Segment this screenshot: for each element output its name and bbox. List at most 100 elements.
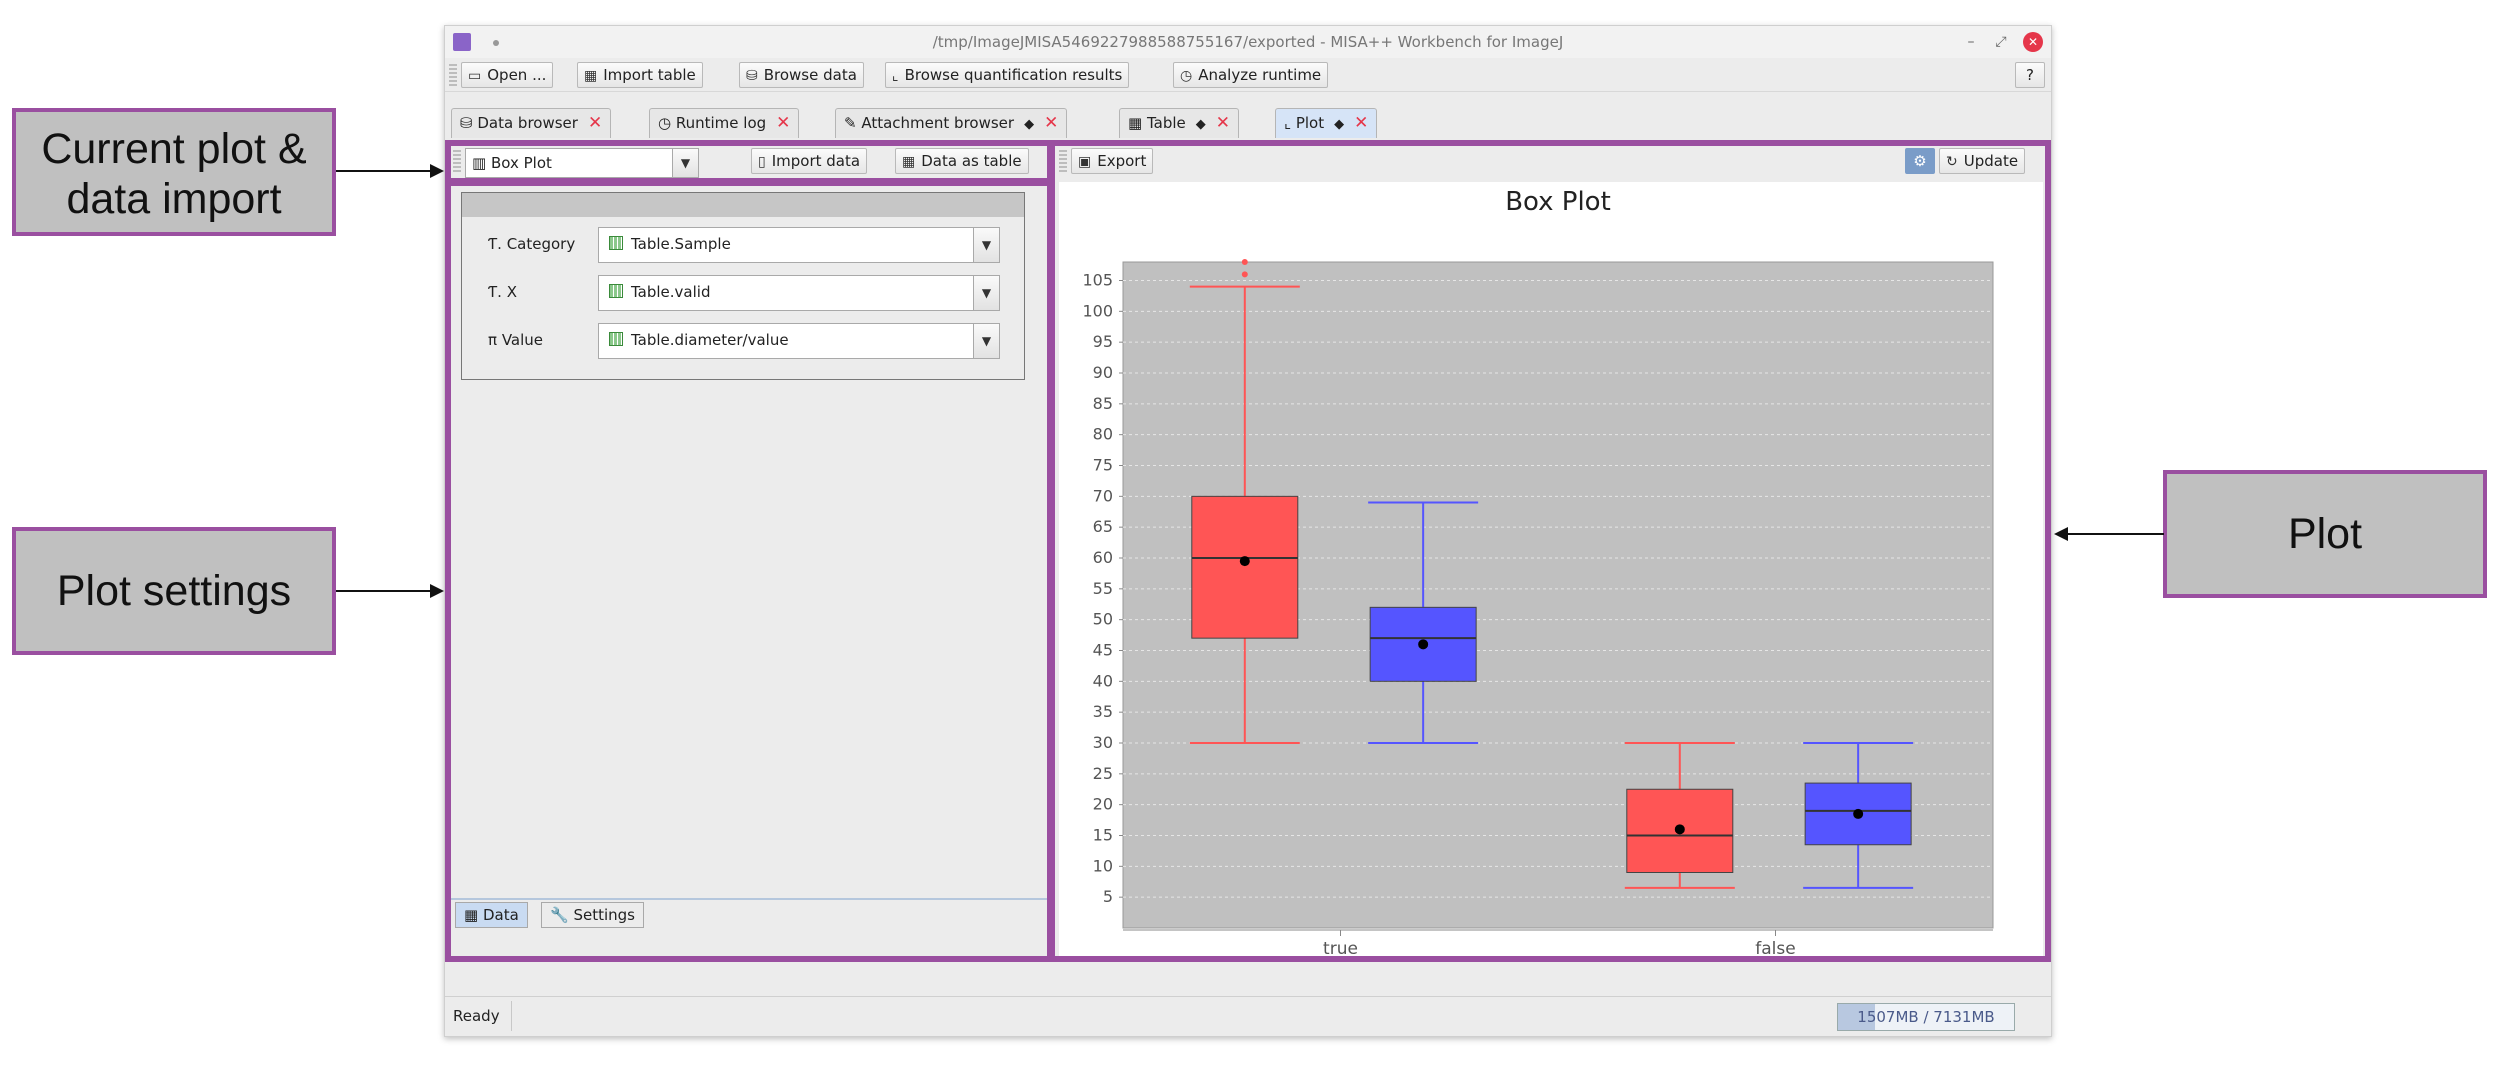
table-icon: ▦ [1128, 114, 1147, 132]
table-column-icon [609, 284, 623, 298]
analyze-runtime-label: Analyze runtime [1198, 66, 1322, 84]
save-icon: ▣ [1078, 154, 1092, 170]
clock-icon: ◷ [1180, 68, 1193, 84]
export-button[interactable]: ▣ Export [1071, 148, 1154, 174]
tab-settings[interactable]: 🔧 Settings [541, 902, 644, 928]
refresh-icon: ↻ [1946, 154, 1958, 170]
text-type-icon: Ƭ. [488, 283, 507, 301]
y-tick-label: 60 [1093, 548, 1113, 567]
import-icon: ▯ [758, 154, 766, 170]
y-tick-label: 105 [1082, 271, 1113, 290]
open-button[interactable]: ▭ Open ... [461, 62, 554, 88]
database-icon: ⛁ [460, 114, 478, 132]
browse-quant-label: Browse quantification results [904, 66, 1123, 84]
close-button[interactable]: ✕ [2023, 32, 2043, 52]
minimize-button[interactable]: – [1961, 32, 1981, 52]
y-tick-label: 5 [1103, 887, 1113, 906]
outlier-point [1241, 259, 1248, 265]
tab-runtime-log[interactable]: ◷ Runtime log ✕ [649, 108, 800, 138]
arrow-head [430, 164, 444, 178]
export-label: Export [1097, 152, 1147, 170]
close-tab-icon[interactable]: ✕ [776, 113, 790, 133]
tab-data[interactable]: ▦ Data [455, 902, 528, 928]
analyze-runtime-button[interactable]: ◷ Analyze runtime [1173, 62, 1329, 88]
import-table-button[interactable]: ▦ Import table [577, 62, 703, 88]
toolbar-grip[interactable] [1059, 150, 1067, 174]
toolbar-grip[interactable] [449, 64, 457, 86]
database-icon: ⛁ [746, 68, 758, 84]
y-tick-label: 100 [1082, 301, 1113, 320]
category-label: Ƭ. Category [488, 235, 575, 253]
mean-point [1418, 639, 1429, 650]
y-tick-label: 50 [1093, 610, 1113, 629]
category-select[interactable]: Table.Sample ▼ [598, 227, 1000, 263]
chevron-down-icon[interactable]: ▼ [973, 228, 999, 262]
field-label: X [506, 283, 517, 301]
field-label: Category [506, 235, 576, 253]
browse-data-button[interactable]: ⛁ Browse data [739, 62, 864, 88]
close-tab-icon[interactable]: ✕ [1044, 113, 1058, 133]
folder-icon: ▭ [468, 68, 482, 84]
mean-point [1853, 808, 1864, 819]
close-tab-icon[interactable]: ✕ [588, 113, 602, 133]
y-tick-label: 85 [1093, 394, 1113, 413]
x-tick-label: true [1323, 939, 1358, 956]
callout-plot-settings: Plot settings [12, 527, 336, 655]
tab-label: Plot [1295, 114, 1325, 132]
value-label: π Value [488, 331, 543, 349]
y-tick-label: 80 [1093, 425, 1113, 444]
mean-point [1674, 824, 1685, 835]
import-data-button[interactable]: ▯ Import data [751, 148, 868, 174]
callout-text: Current plot & [41, 125, 307, 173]
tab-label: Table [1146, 114, 1186, 132]
callout-text: data import [66, 175, 282, 223]
status-text: Ready [453, 1007, 500, 1025]
chevron-down-icon[interactable]: ▼ [973, 276, 999, 310]
plot-canvas[interactable]: Box Plot 5 10 15 20 25 30 35 40 45 50 55 60 65 70 75 80 8… [1059, 182, 2043, 991]
gear-icon[interactable]: ⚙ [1905, 148, 1935, 174]
arrow-head [430, 584, 444, 598]
tab-data-browser[interactable]: ⛁ Data browser ✕ [451, 108, 612, 138]
update-label: Update [1963, 152, 2019, 170]
y-tick-label: 10 [1093, 856, 1113, 875]
y-tick-label: 90 [1093, 363, 1113, 382]
chart-icon: ⌞ [1284, 114, 1296, 132]
open-label: Open ... [487, 66, 547, 84]
tab-plot[interactable]: ⌞ Plot ◆ ✕ [1275, 108, 1378, 138]
chart-title: Box Plot [1505, 187, 1611, 217]
toolbar-grip[interactable] [453, 150, 461, 174]
close-tab-icon[interactable]: ✕ [1216, 113, 1230, 133]
plot-type-value: Box Plot [490, 154, 552, 172]
arrow-line [336, 170, 432, 172]
x-label: Ƭ. X [488, 283, 517, 301]
x-tick-label: false [1755, 939, 1795, 956]
wrench-icon: 🔧 [550, 906, 574, 924]
chevron-down-icon[interactable]: ▼ [672, 149, 698, 177]
tab-label: Attachment browser [861, 114, 1015, 132]
mean-point [1239, 556, 1250, 567]
tab-table[interactable]: ▦ Table ◆ ✕ [1119, 108, 1239, 138]
tab-label: Runtime log [675, 114, 767, 132]
help-button[interactable]: ? [2015, 62, 2045, 88]
y-tick-label: 25 [1093, 764, 1113, 783]
x-value: Table.valid [631, 283, 711, 301]
browse-quantification-button[interactable]: ⌞ Browse quantification results [885, 62, 1130, 88]
y-tick-label: 70 [1093, 486, 1113, 505]
update-button[interactable]: ↻ Update [1939, 148, 2026, 174]
table-icon: ▦ [902, 154, 916, 170]
chevron-down-icon[interactable]: ▼ [973, 324, 999, 358]
field-label: Value [501, 331, 544, 349]
data-as-table-button[interactable]: ▦ Data as table [895, 148, 1029, 174]
plot-type-select[interactable]: ▥ Box Plot ▼ [465, 148, 699, 178]
table-icon: ▦ [584, 68, 598, 84]
window-title: /tmp/ImageJMISA5469227988588755167/expor… [932, 33, 1564, 51]
arrow-line [336, 590, 432, 592]
tab-attachment-browser[interactable]: ✎ Attachment browser ◆ ✕ [835, 108, 1068, 138]
close-tab-icon[interactable]: ✕ [1354, 113, 1368, 133]
x-select[interactable]: Table.valid ▼ [598, 275, 1000, 311]
y-tick-label: 45 [1093, 641, 1113, 660]
tab-label: Settings [573, 906, 635, 924]
maximize-button[interactable]: ⤢ [1991, 32, 2011, 52]
value-select[interactable]: Table.diameter/value ▼ [598, 323, 1000, 359]
value-value: Table.diameter/value [631, 331, 789, 349]
